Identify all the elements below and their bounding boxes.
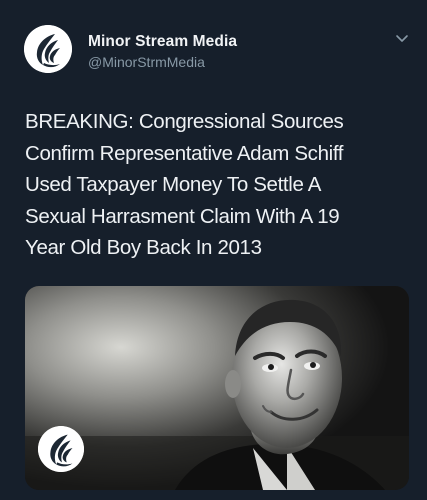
photo-of-man-smiling — [25, 286, 409, 490]
watermark-logo — [38, 426, 84, 472]
avatar[interactable] — [24, 25, 72, 73]
tweet-text-line: Confirm Representative Adam Schiff — [25, 141, 344, 165]
user-handle[interactable]: @MinorStrmMedia — [88, 54, 205, 70]
tweet-text-line: BREAKING: Congressional Sources — [25, 110, 344, 133]
tweet-text-line: Year Old Boy Back In 2013 — [25, 236, 262, 259]
tweet-text: BREAKING: Congressional Sources Confirm … — [25, 106, 415, 264]
tweet-card[interactable]: Minor Stream Media @MinorStrmMedia BREAK… — [0, 0, 427, 500]
bird-wing-logo-icon — [38, 426, 84, 472]
display-name[interactable]: Minor Stream Media — [88, 33, 237, 51]
bird-wing-logo-icon — [24, 25, 72, 73]
tweet-text-line: Sexual Harrasment Claim With A 19 — [25, 204, 340, 228]
chevron-down-icon[interactable] — [395, 34, 409, 44]
tweet-media-photo[interactable] — [25, 286, 409, 490]
tweet-text-line: Used Taxpayer Money To Settle A — [25, 173, 322, 196]
